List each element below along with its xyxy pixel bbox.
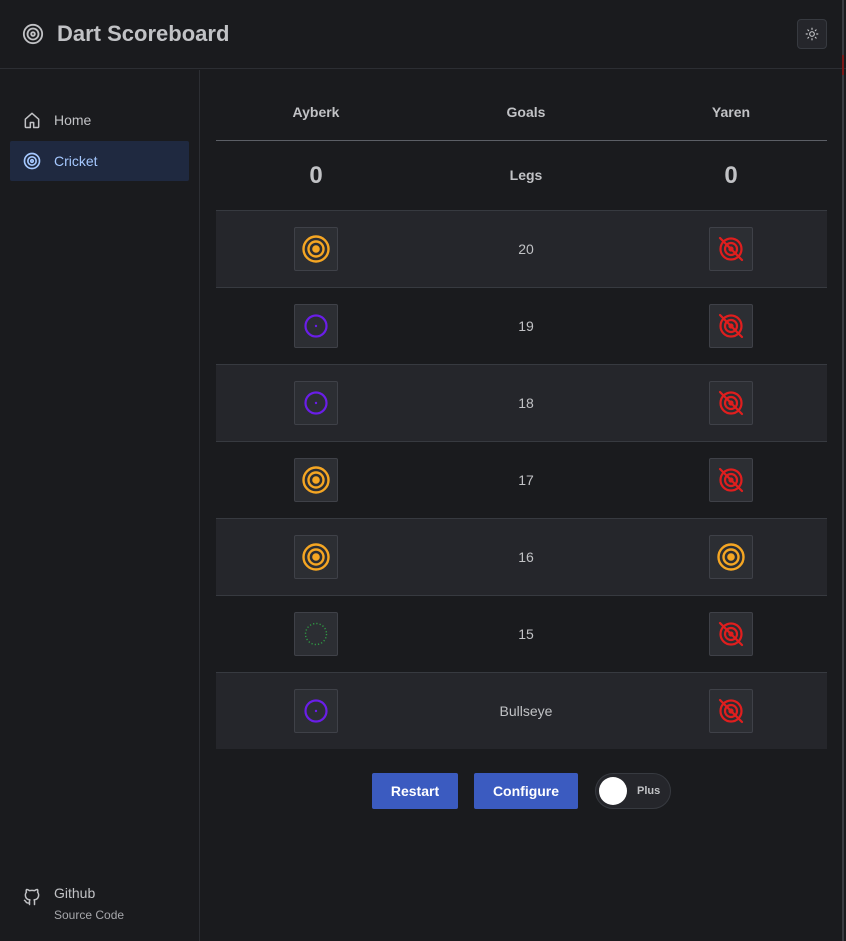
player-right-hit-button[interactable] [709, 381, 753, 425]
app-title: Dart Scoreboard [57, 21, 230, 46]
configure-button[interactable]: Configure [474, 773, 578, 809]
player-right-hit-button[interactable] [709, 227, 753, 271]
target-row: 16 [216, 518, 827, 595]
player-right-hit-button[interactable] [709, 304, 753, 348]
player-left-hit-button[interactable] [294, 535, 338, 579]
legs-left-score: 0 [309, 162, 323, 189]
target-closed-icon [302, 466, 330, 494]
sidebar-item-label: Home [54, 112, 92, 128]
target-label: 15 [518, 626, 534, 642]
player-right-hit-button[interactable] [709, 458, 753, 502]
target-single-icon [304, 391, 328, 415]
target-single-icon [304, 314, 328, 338]
target-closed-icon [302, 235, 330, 263]
sun-icon [805, 27, 819, 41]
target-blocked-icon [718, 621, 744, 647]
player-left-hit-button[interactable] [294, 689, 338, 733]
target-blocked-icon [718, 313, 744, 339]
target-closed-icon [302, 543, 330, 571]
target-logo-icon [22, 23, 44, 45]
player-left-name: Ayberk [292, 104, 340, 120]
home-icon [24, 112, 40, 129]
plus-toggle[interactable]: Plus [595, 773, 671, 809]
player-right-hit-button[interactable] [709, 689, 753, 733]
target-row: 20 [216, 210, 827, 287]
target-single-icon [304, 699, 328, 723]
player-left-hit-button[interactable] [294, 612, 338, 656]
toggle-knob [599, 777, 627, 805]
github-icon [23, 888, 40, 906]
target-row: 18 [216, 364, 827, 441]
github-sublabel: Source Code [54, 908, 125, 922]
player-right-hit-button[interactable] [709, 612, 753, 656]
player-right-name: Yaren [711, 104, 751, 120]
target-empty-icon [304, 622, 328, 646]
player-left-hit-button[interactable] [294, 227, 338, 271]
target-blocked-icon [718, 467, 744, 493]
player-right-hit-button[interactable] [709, 535, 753, 579]
target-blocked-icon [718, 698, 744, 724]
player-left-hit-button[interactable] [294, 458, 338, 502]
target-closed-icon [717, 543, 745, 571]
legs-label: Legs [509, 167, 543, 183]
github-label: Github [54, 885, 96, 901]
target-icon [23, 152, 41, 170]
sidebar-item-home[interactable]: Home [10, 100, 189, 140]
target-label: 16 [518, 549, 534, 565]
target-label: 17 [518, 472, 534, 488]
target-row: Bullseye [216, 672, 827, 749]
goals-header: Goals [506, 104, 546, 120]
restart-button[interactable]: Restart [372, 773, 458, 809]
target-row: 15 [216, 595, 827, 672]
target-label: 18 [518, 395, 534, 411]
target-blocked-icon [718, 236, 744, 262]
scoreboard-header: Ayberk Goals Yaren [216, 70, 827, 141]
target-label: Bullseye [499, 703, 553, 719]
target-label: 19 [518, 318, 534, 334]
legs-row: 0 Legs 0 [216, 141, 827, 210]
legs-right-score: 0 [724, 162, 738, 189]
target-row: 17 [216, 441, 827, 518]
toggle-label: Plus [637, 785, 661, 797]
theme-toggle-button[interactable] [797, 19, 827, 49]
scrollbar[interactable] [842, 0, 844, 941]
target-row: 19 [216, 287, 827, 364]
sidebar-item-label: Cricket [54, 153, 98, 169]
sidebar: Home Cricket Github Source Code [0, 70, 200, 941]
player-left-hit-button[interactable] [294, 381, 338, 425]
target-blocked-icon [718, 390, 744, 416]
target-label: 20 [518, 241, 534, 257]
player-left-hit-button[interactable] [294, 304, 338, 348]
app-header: Dart Scoreboard [0, 0, 846, 69]
sidebar-item-cricket[interactable]: Cricket [10, 141, 189, 181]
